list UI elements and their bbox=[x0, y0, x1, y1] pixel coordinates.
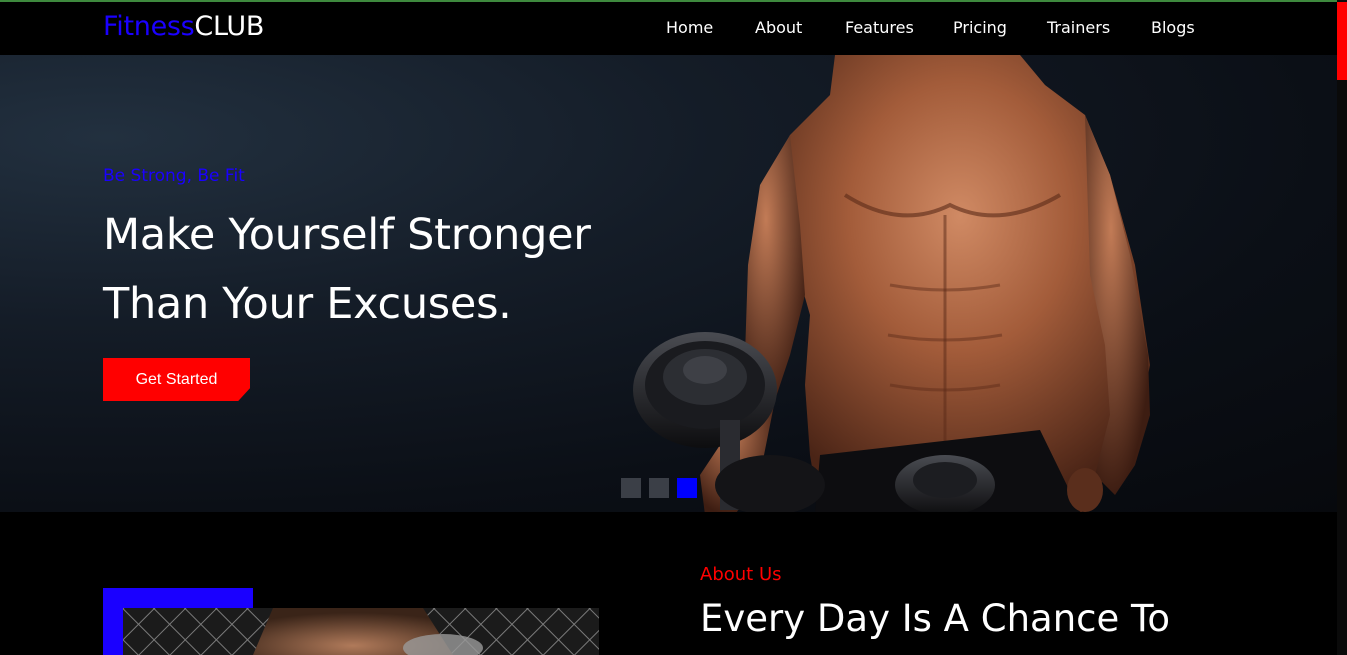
nav-links: Home About Features Pricing Trainers Blo… bbox=[0, 18, 1337, 40]
hero-slider: Be Strong, Be Fit Make Yourself Stronger… bbox=[0, 55, 1337, 512]
scrollbar-track[interactable] bbox=[1337, 0, 1347, 655]
get-started-button[interactable]: Get Started bbox=[103, 358, 250, 401]
slider-dot-1[interactable] bbox=[621, 478, 641, 498]
about-image bbox=[123, 608, 599, 655]
slider-dot-3[interactable] bbox=[677, 478, 697, 498]
about-section: About Us Every Day Is A Chance To bbox=[0, 512, 1337, 655]
nav-features[interactable]: Features bbox=[845, 18, 914, 38]
slider-dot-2[interactable] bbox=[649, 478, 669, 498]
hero-headline: Make Yourself Stronger Than Your Excuses… bbox=[103, 201, 683, 339]
about-frame-decoration bbox=[103, 588, 253, 608]
nav-blogs[interactable]: Blogs bbox=[1151, 18, 1195, 38]
navbar: FitnessCLUB Home About Features Pricing … bbox=[0, 2, 1337, 55]
page: FitnessCLUB Home About Features Pricing … bbox=[0, 0, 1347, 655]
hero-headline-line2: Than Your Excuses. bbox=[103, 279, 512, 329]
about-heading: Every Day Is A Chance To bbox=[700, 597, 1170, 640]
about-label: About Us bbox=[700, 564, 782, 585]
scrollbar-thumb[interactable] bbox=[1337, 2, 1347, 80]
about-frame-decoration-side bbox=[103, 588, 123, 655]
hero-tagline: Be Strong, Be Fit bbox=[103, 166, 245, 186]
nav-pricing[interactable]: Pricing bbox=[953, 18, 1007, 38]
nav-trainers[interactable]: Trainers bbox=[1047, 18, 1110, 38]
hero-headline-line1: Make Yourself Stronger bbox=[103, 210, 591, 260]
nav-home[interactable]: Home bbox=[666, 18, 713, 38]
nav-about[interactable]: About bbox=[755, 18, 802, 38]
